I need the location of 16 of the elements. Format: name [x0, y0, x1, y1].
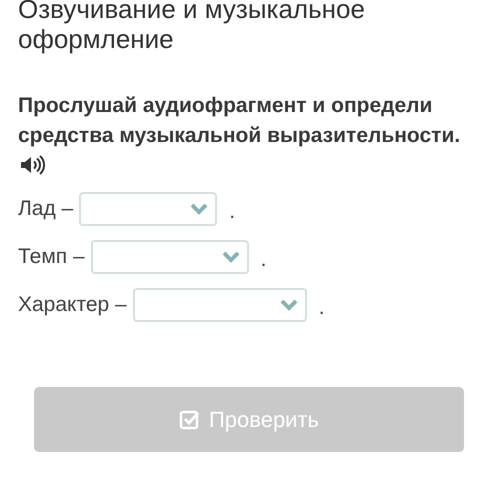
dropdown-field[interactable]: [90, 240, 249, 274]
dropdown-field[interactable]: [79, 192, 218, 226]
period-text: .: [229, 200, 236, 224]
field-label: Темп –: [18, 245, 85, 269]
period-text: .: [260, 248, 266, 272]
page-title: Озвучивание и музыкальное оформление: [18, 0, 366, 54]
field-label: Характер –: [18, 293, 127, 317]
checkbox-icon: [178, 408, 201, 430]
chevron-down-icon: [189, 202, 210, 216]
field-label: Лад –: [18, 197, 74, 221]
chevron-down-icon: [278, 298, 299, 312]
period-text: .: [318, 296, 325, 320]
speaker-icon[interactable]: [20, 155, 46, 175]
dropdown-field[interactable]: [132, 288, 307, 322]
chevron-down-icon: [220, 250, 241, 264]
task-instruction: Прослушай аудиофрагмент и определи средства музыкальной выразительности.: [18, 93, 462, 149]
